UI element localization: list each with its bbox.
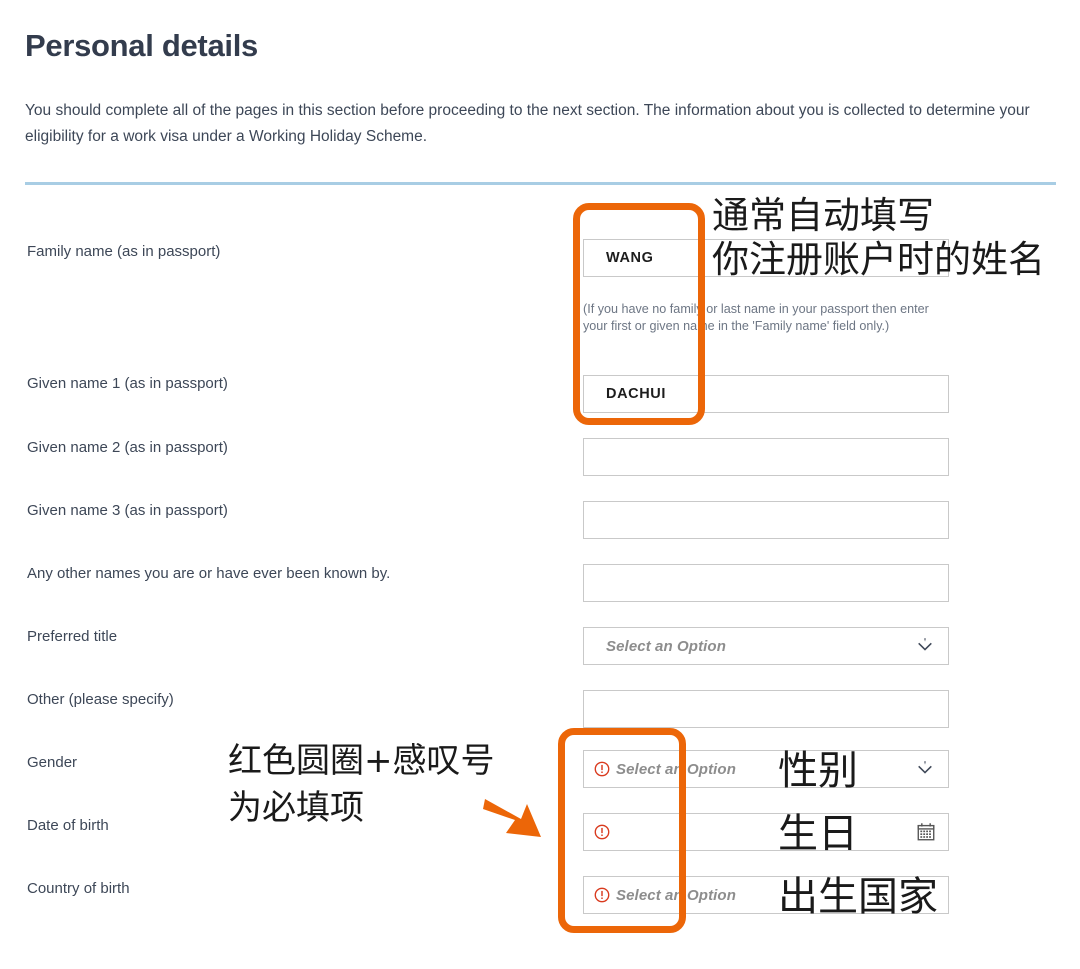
chevron-down-icon[interactable] [916,637,934,655]
label-family-name: Family name (as in passport) [27,243,221,260]
label-other-names: Any other names you are or have ever bee… [27,565,391,582]
annotation-required-line1: 红色圆圈+感叹号 [228,741,495,781]
annotation-required-line2: 为必填项 [228,788,364,828]
annotation-overlay-country: 出生国家 [778,874,938,920]
annotation-overlay-gender: 性别 [778,748,858,794]
required-alert-icon [594,887,610,903]
input-family-name-value: WANG [606,250,654,266]
calendar-icon[interactable] [916,822,936,842]
select-country-of-birth-placeholder: Select an Option [616,886,736,904]
chevron-down-icon[interactable] [916,760,934,778]
input-other-names[interactable] [583,564,949,602]
select-gender[interactable]: Select an Option [583,750,949,788]
family-name-help-text: (If you have no family or last name in y… [583,302,929,333]
required-alert-icon [594,761,610,777]
label-country-of-birth: Country of birth [27,880,130,897]
annotation-autofill-line2: 你注册账户时的姓名 [712,238,1045,281]
select-preferred-title[interactable]: Select an Option [583,627,949,665]
label-other-specify: Other (please specify) [27,691,174,708]
label-preferred-title: Preferred title [27,628,118,645]
input-given-name-1-value: DACHUI [606,386,666,402]
input-given-name-2[interactable] [583,438,949,476]
annotation-overlay-dob: 生日 [778,811,858,857]
input-other-specify[interactable] [583,690,949,728]
annotation-arrow-icon [483,799,541,837]
select-preferred-title-placeholder: Select an Option [606,637,726,655]
required-alert-icon [594,824,610,840]
input-date-of-birth[interactable] [583,813,949,851]
annotation-autofill-line1: 通常自动填写 [712,194,934,237]
label-given-name-3: Given name 3 (as in passport) [27,502,228,519]
label-date-of-birth: Date of birth [27,817,109,834]
input-given-name-1[interactable]: DACHUI [583,375,949,413]
label-gender: Gender [27,754,78,771]
label-given-name-1: Given name 1 (as in passport) [27,375,228,392]
select-gender-placeholder: Select an Option [616,760,736,778]
label-given-name-2: Given name 2 (as in passport) [27,439,228,456]
input-given-name-3[interactable] [583,501,949,539]
